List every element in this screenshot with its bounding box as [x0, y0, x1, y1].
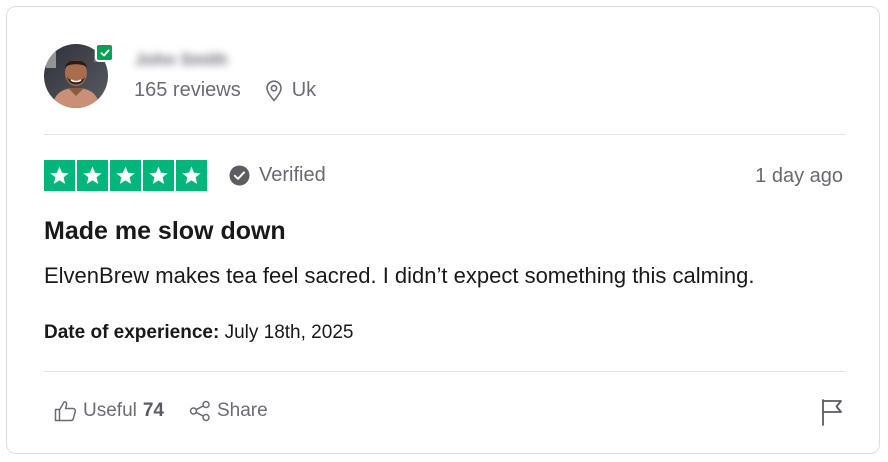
share-button[interactable]: Share [189, 400, 268, 422]
review-date: 1 day ago [755, 165, 843, 187]
star-icon [44, 160, 75, 191]
share-icon [189, 400, 210, 422]
experience-date: July 18th, 2025 [224, 322, 354, 343]
useful-label: Useful [83, 400, 137, 421]
review-card: John Smith 165 reviews Uk Verified 1 day… [6, 6, 880, 454]
avatar[interactable] [44, 43, 114, 108]
verified-text: Verified [259, 164, 326, 186]
useful-button[interactable]: Useful 74 [54, 400, 164, 422]
star-icon [77, 160, 108, 191]
experience-label: Date of experience: [44, 322, 220, 343]
review-body: ElvenBrew makes tea feel sacred. I didn’… [44, 263, 755, 288]
useful-count: 74 [142, 400, 164, 421]
star-icon [110, 160, 141, 191]
star-rating [44, 160, 207, 191]
thumbs-up-icon [54, 401, 77, 422]
verified-label[interactable]: Verified [229, 164, 326, 187]
reviewer-meta: 165 reviews Uk [134, 79, 316, 102]
reviewer-name[interactable]: John Smith [135, 50, 228, 70]
star-icon [176, 160, 207, 191]
location-label: Uk [291, 79, 317, 101]
divider [44, 134, 846, 135]
review-count: 165 reviews [134, 79, 241, 101]
reviewer-location: Uk [265, 79, 316, 102]
review-title[interactable]: Made me slow down [44, 217, 286, 246]
divider [44, 371, 846, 372]
star-icon [143, 160, 174, 191]
verified-check-icon [229, 165, 250, 186]
flag-icon[interactable] [820, 398, 846, 426]
check-badge-icon [95, 43, 114, 62]
date-of-experience: Date of experience: July 18th, 2025 [44, 322, 353, 344]
location-pin-icon [265, 79, 282, 102]
review-actions: Useful 74 Share [54, 400, 268, 422]
share-label: Share [217, 400, 268, 421]
